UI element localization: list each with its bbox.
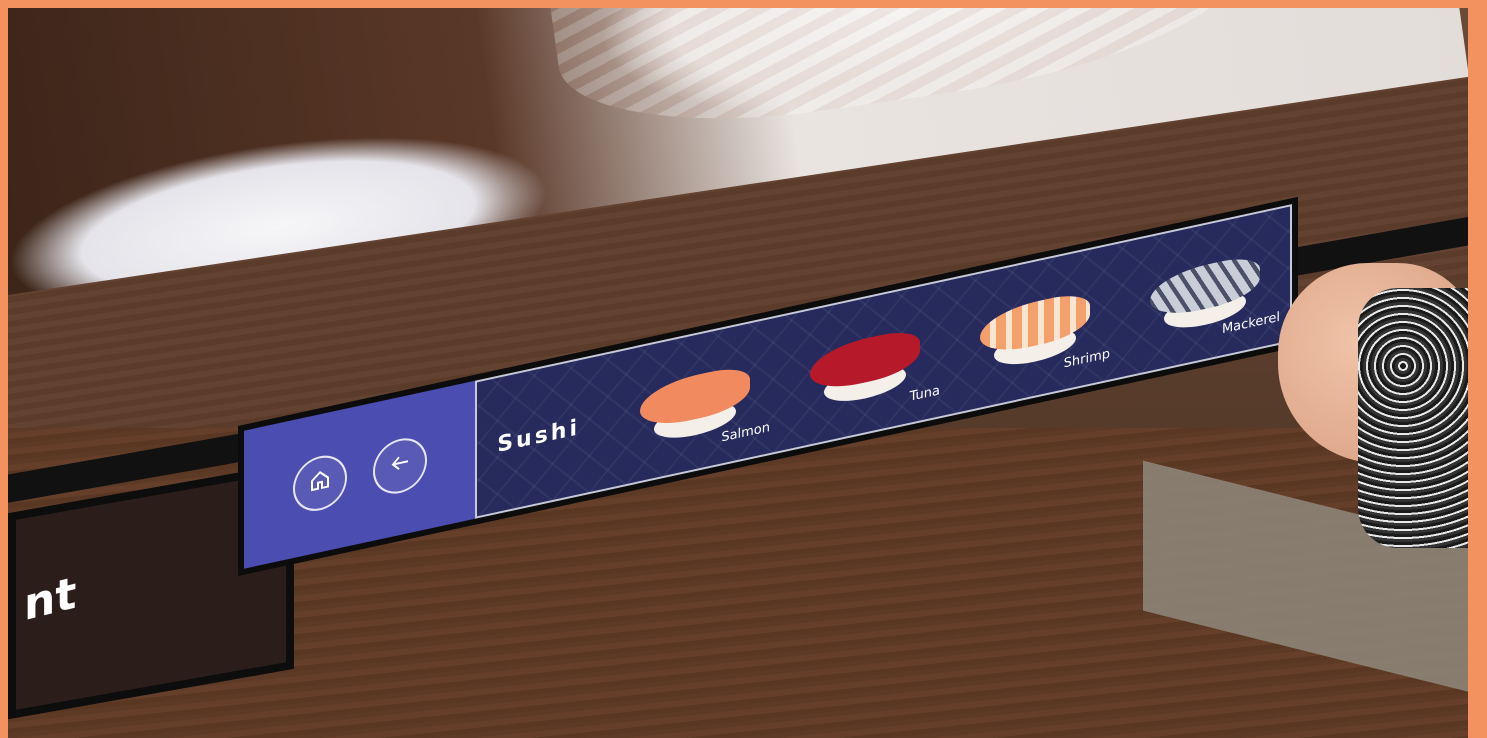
- menu-item-mackerel[interactable]: Mackerel: [1120, 207, 1290, 378]
- home-button[interactable]: [292, 450, 347, 517]
- arrow-left-icon: [388, 448, 412, 484]
- menu-item-tuna[interactable]: Tuna: [780, 280, 950, 451]
- side-display-text: nt: [24, 567, 77, 632]
- menu-item-label: Tuna: [909, 383, 940, 405]
- photo-frame: nt Sushi Salmon Tuna Shrimp Mackerel: [8, 8, 1468, 738]
- home-icon: [308, 465, 332, 501]
- sleeve: [1358, 288, 1468, 548]
- menu-item-salmon[interactable]: Salmon: [610, 317, 780, 488]
- tuna-image: [810, 319, 920, 413]
- category-title: Sushi: [497, 414, 580, 458]
- menu-item-shrimp[interactable]: Shrimp: [950, 243, 1120, 414]
- back-button[interactable]: [372, 433, 427, 499]
